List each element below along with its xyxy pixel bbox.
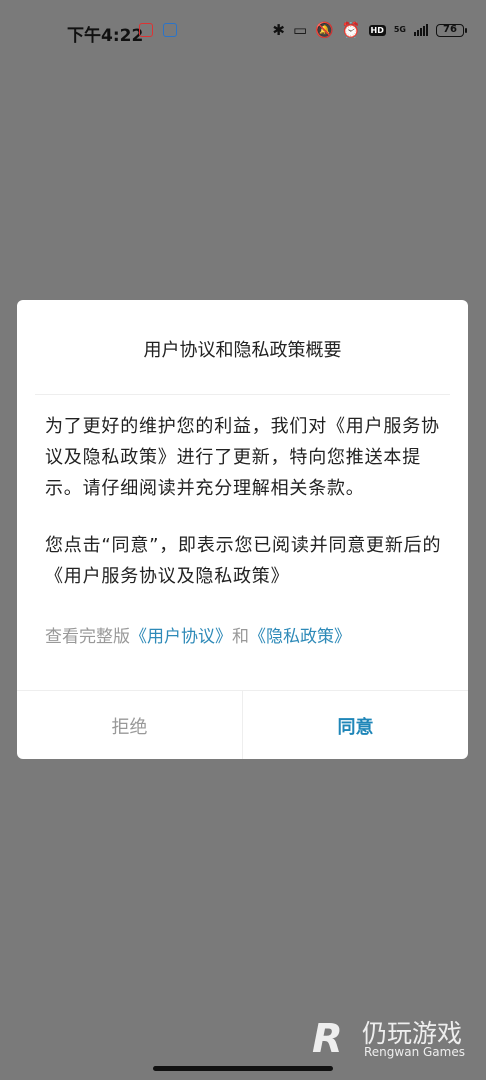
agree-button[interactable]: 同意 xyxy=(243,691,468,759)
policy-links: 查看完整版《用户协议》和《隐私政策》 xyxy=(45,622,351,647)
watermark-subtitle: Rengwan Games xyxy=(364,1045,465,1059)
mute-icon: 🔕 xyxy=(315,21,334,39)
status-bar: 下午4:22 ✱ ▭ 🔕 ⏰ HD 5G 76 xyxy=(0,0,486,62)
netease-music-icon xyxy=(139,23,153,37)
title-divider xyxy=(35,394,450,395)
network-type: 5G xyxy=(393,25,406,34)
vibrate-icon: ▭ xyxy=(292,21,308,39)
links-and: 和 xyxy=(232,627,249,647)
watermark-logo: R xyxy=(312,1016,343,1062)
app-notification-icon xyxy=(163,23,177,37)
alarm-icon: ⏰ xyxy=(341,21,361,39)
bluetooth-icon: ✱ xyxy=(272,21,285,39)
dialog-title: 用户协议和隐私政策概要 xyxy=(143,340,342,361)
notification-icons xyxy=(139,23,177,37)
hd-icon: HD xyxy=(368,24,386,36)
user-agreement-link[interactable]: 《用户协议》 xyxy=(130,627,232,647)
dialog-consent-text: 您点击“同意”，即表示您已阅读并同意更新后的 《用户服务协议及隐私政策》 xyxy=(45,535,442,587)
status-time: 下午4:22 xyxy=(67,26,144,46)
dialog-message: 为了更好的维护您的利益，我们对《用户服务协议及隐私政策》进行了更新，特向您推送本… xyxy=(45,416,440,499)
system-icons: ✱ ▭ 🔕 ⏰ HD 5G 76 xyxy=(272,21,467,39)
battery-icon: 76 xyxy=(436,23,467,37)
links-prefix: 查看完整版 xyxy=(45,627,130,647)
privacy-policy-link[interactable]: 《隐私政策》 xyxy=(249,627,351,647)
dialog-buttons: 拒绝 同意 xyxy=(17,690,468,759)
reject-button[interactable]: 拒绝 xyxy=(17,691,243,759)
privacy-dialog: 用户协议和隐私政策概要 为了更好的维护您的利益，我们对《用户服务协议及隐私政策》… xyxy=(17,300,468,759)
home-indicator[interactable] xyxy=(153,1066,333,1071)
signal-icon xyxy=(414,24,428,36)
